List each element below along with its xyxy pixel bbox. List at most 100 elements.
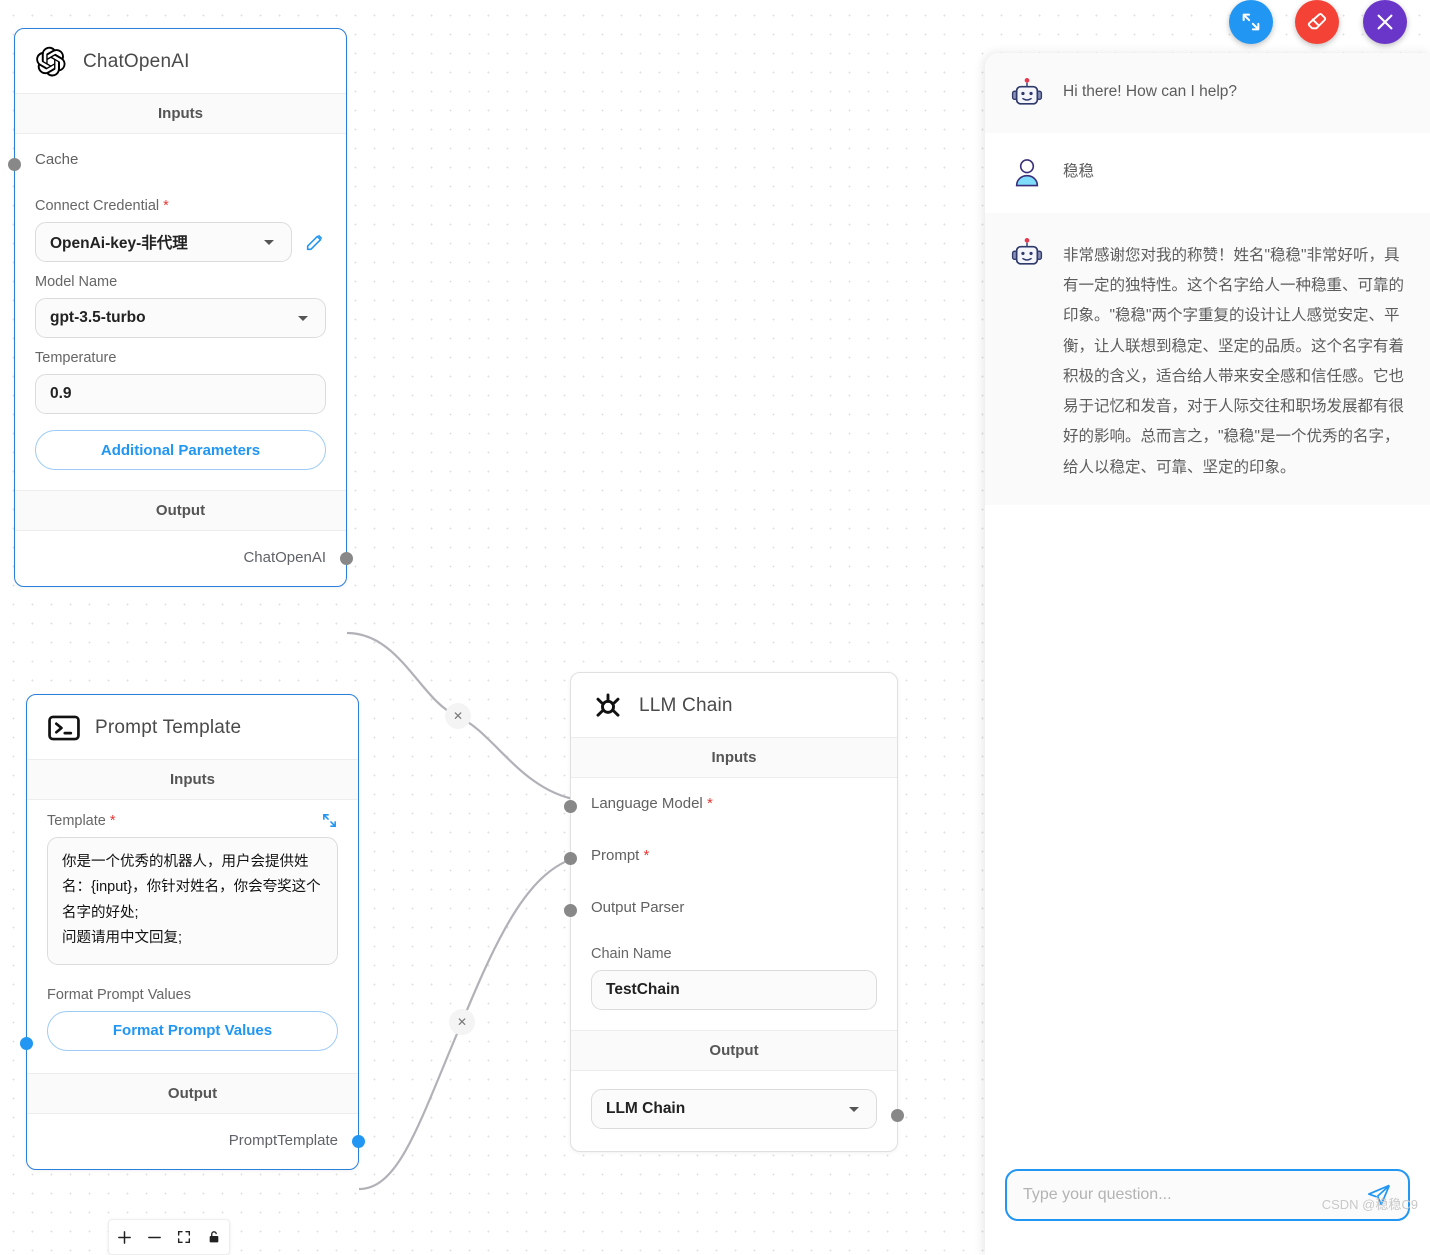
field-label-temperature: Temperature <box>35 338 326 374</box>
handle-prompttemplate-output[interactable] <box>352 1135 365 1148</box>
terminal-icon <box>47 711 81 745</box>
select-connect-credential[interactable]: OpenAi-key-非代理 <box>35 222 292 262</box>
expand-template-icon[interactable] <box>321 812 338 829</box>
additional-parameters-button[interactable]: Additional Parameters <box>35 430 326 470</box>
port-label-prompt: Prompt * <box>591 830 877 882</box>
close-icon: ✕ <box>457 1015 467 1029</box>
chat-message-user: 稳稳 <box>985 133 1430 213</box>
chain-icon <box>591 689 625 723</box>
robot-avatar-icon <box>1009 75 1045 111</box>
textarea-template[interactable]: 你是一个优秀的机器人，用户会提供姓名：{input}，你针对姓名，你会夸奖这个名… <box>47 837 338 965</box>
eraser-icon <box>1305 10 1329 34</box>
flow-canvas[interactable]: ✕ ✕ ChatOpenAI Inputs Cache Connect Cred… <box>0 0 1430 1255</box>
chat-message-text: 稳稳 <box>1063 155 1094 191</box>
field-connect-credential: Connect Credential * OpenAi-key-非代理 <box>15 186 346 262</box>
select-value-connect-credential: OpenAi-key-非代理 <box>50 231 188 253</box>
node-header-prompt-template: Prompt Template <box>27 695 358 759</box>
openai-logo-icon <box>35 45 69 79</box>
label-text: Template <box>47 813 106 829</box>
output-section-chatopenai: Output <box>15 490 346 531</box>
handle-format-prompt-values[interactable] <box>20 1037 33 1050</box>
port-row-prompt: Prompt * <box>571 830 897 882</box>
field-temperature: Temperature 0.9 <box>15 338 346 414</box>
additional-parameters-row: Additional Parameters <box>15 414 346 490</box>
field-template: Template * 你是一个优秀的机器人，用户会提供姓名：{input}，你针… <box>27 800 358 965</box>
handle-cache[interactable] <box>8 158 21 171</box>
node-header-llm-chain: LLM Chain <box>571 673 897 737</box>
chevron-down-icon <box>295 310 311 326</box>
chat-message-bot-greeting: Hi there! How can I help? <box>985 53 1430 133</box>
output-section-prompt-template: Output <box>27 1073 358 1114</box>
edit-credential-icon[interactable] <box>304 231 326 253</box>
edge-delete-button-2[interactable]: ✕ <box>449 1009 475 1035</box>
chat-input-placeholder: Type your question... <box>1023 1186 1366 1204</box>
chat-message-text: 非常感谢您对我的称赞！姓名"稳稳"非常好听，具有一定的独特性。这个名字给人一种稳… <box>1063 235 1408 483</box>
label-text: Connect Credential <box>35 198 159 214</box>
field-label-template: Template * <box>47 800 338 837</box>
handle-chatopenai-output[interactable] <box>340 552 353 565</box>
port-row-output-parser: Output Parser <box>571 882 897 934</box>
output-label-chatopenai: ChatOpenAI <box>35 531 326 586</box>
close-icon <box>1374 11 1396 33</box>
output-label-prompt-template: PromptTemplate <box>47 1114 338 1169</box>
inputs-section-chatopenai: Inputs <box>15 93 346 134</box>
handle-llmchain-output[interactable] <box>891 1109 904 1122</box>
node-chatopenai[interactable]: ChatOpenAI Inputs Cache Connect Credenti… <box>14 28 347 587</box>
chat-message-text: Hi there! How can I help? <box>1063 75 1237 111</box>
output-row-prompt-template: PromptTemplate <box>27 1114 358 1169</box>
handle-prompt[interactable] <box>564 852 577 865</box>
port-row-language-model: Language Model * <box>571 778 897 830</box>
input-temperature[interactable]: 0.9 <box>35 374 326 414</box>
select-value-model-name: gpt-3.5-turbo <box>50 309 146 327</box>
close-chat-button[interactable] <box>1363 0 1407 44</box>
field-chain-name: Chain Name TestChain <box>571 934 897 1030</box>
close-icon: ✕ <box>453 709 463 723</box>
clear-chat-button[interactable] <box>1295 0 1339 44</box>
node-header-chatopenai: ChatOpenAI <box>15 29 346 93</box>
field-label-chain-name: Chain Name <box>591 934 877 970</box>
required-marker: * <box>110 813 116 829</box>
handle-language-model[interactable] <box>564 800 577 813</box>
field-model-name: Model Name gpt-3.5-turbo <box>15 262 346 338</box>
user-avatar-icon <box>1009 155 1045 191</box>
canvas-controls[interactable] <box>108 1219 230 1255</box>
field-label-format-prompt-values: Format Prompt Values <box>47 965 338 1011</box>
lock-icon <box>206 1229 222 1245</box>
node-prompt-template[interactable]: Prompt Template Inputs Template * 你是一个优秀… <box>26 694 359 1170</box>
fit-view-button[interactable] <box>169 1220 199 1254</box>
required-marker: * <box>707 795 713 812</box>
handle-output-parser[interactable] <box>564 904 577 917</box>
node-title-prompt-template: Prompt Template <box>95 717 241 739</box>
required-marker: * <box>644 847 650 864</box>
edge-delete-button-1[interactable]: ✕ <box>445 703 471 729</box>
inputs-section-prompt-template: Inputs <box>27 759 358 800</box>
zoom-out-button[interactable] <box>139 1220 169 1254</box>
chevron-down-icon <box>261 234 277 250</box>
node-title-chatopenai: ChatOpenAI <box>83 51 190 73</box>
minus-icon <box>146 1229 163 1246</box>
port-label-output-parser: Output Parser <box>591 882 877 934</box>
label-text: Prompt <box>591 847 639 864</box>
chat-panel[interactable]: Hi there! How can I help? 稳稳 非常感谢您对我的称赞！… <box>985 53 1430 1255</box>
lock-canvas-button[interactable] <box>199 1220 229 1254</box>
robot-avatar-icon <box>1009 235 1045 271</box>
output-row-llm-chain: LLM Chain <box>571 1071 897 1151</box>
output-section-llm-chain: Output <box>571 1030 897 1071</box>
fit-view-icon <box>176 1229 192 1245</box>
format-prompt-values-button[interactable]: Format Prompt Values <box>47 1011 338 1051</box>
node-llm-chain[interactable]: LLM Chain Inputs Language Model * Prompt… <box>570 672 898 1152</box>
node-title-llm-chain: LLM Chain <box>639 695 733 717</box>
select-model-name[interactable]: gpt-3.5-turbo <box>35 298 326 338</box>
inputs-section-llm-chain: Inputs <box>571 737 897 778</box>
port-label-language-model: Language Model * <box>591 778 877 830</box>
field-label-connect-credential: Connect Credential * <box>35 186 326 222</box>
expand-chat-button[interactable] <box>1229 0 1273 44</box>
label-text: Language Model <box>591 795 703 812</box>
port-row-cache: Cache <box>15 134 346 186</box>
input-value-chain-name: TestChain <box>606 981 680 999</box>
chat-message-bot-reply: 非常感谢您对我的称赞！姓名"稳稳"非常好听，具有一定的独特性。这个名字给人一种稳… <box>985 213 1430 505</box>
zoom-in-button[interactable] <box>109 1220 139 1254</box>
select-llm-chain-output[interactable]: LLM Chain <box>591 1089 877 1129</box>
input-chain-name[interactable]: TestChain <box>591 970 877 1010</box>
output-row-chatopenai: ChatOpenAI <box>15 531 346 586</box>
